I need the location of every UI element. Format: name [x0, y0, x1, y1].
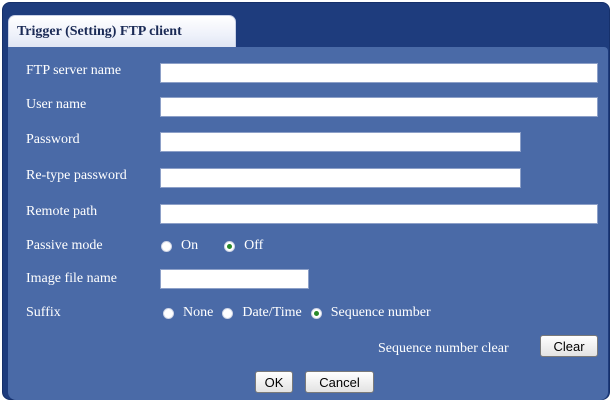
remote-path-input[interactable]	[160, 204, 598, 224]
ok-button[interactable]: OK	[255, 371, 293, 393]
remote-path-label: Remote path	[26, 204, 98, 219]
passive-mode-off-radio[interactable]: Off	[224, 238, 263, 254]
user-name-label: User name	[26, 97, 87, 112]
ftp-server-name-input[interactable]	[160, 63, 598, 83]
suffix-none-label: None	[183, 305, 214, 320]
suffix-date-time-label: Date/Time	[242, 305, 302, 320]
passive-mode-off-label: Off	[244, 238, 264, 253]
suffix-date-time-radio[interactable]: Date/Time	[222, 305, 302, 321]
ftp-client-panel: Trigger (Setting) FTP client FTP server …	[2, 2, 610, 400]
retype-password-label: Re-type password	[26, 168, 127, 183]
suffix-radio-group: None Date/Time Sequence number	[163, 305, 431, 321]
passive-mode-label: Passive mode	[26, 238, 103, 253]
image-file-name-label: Image file name	[26, 271, 117, 286]
suffix-sequence-number-label: Sequence number	[330, 305, 431, 320]
suffix-sequence-number-radio[interactable]: Sequence number	[310, 305, 431, 321]
clear-button[interactable]: Clear	[540, 335, 598, 357]
tab-ftp-client[interactable]: Trigger (Setting) FTP client	[8, 15, 236, 48]
sequence-number-clear-label: Sequence number clear	[378, 341, 509, 356]
suffix-label: Suffix	[26, 305, 61, 320]
radio-selected-icon[interactable]	[224, 240, 236, 252]
passive-mode-on-radio[interactable]: On	[161, 238, 198, 254]
user-name-input[interactable]	[160, 97, 598, 117]
retype-password-input[interactable]	[160, 168, 521, 188]
radio-selected-icon[interactable]	[310, 307, 322, 319]
image-file-name-input[interactable]	[160, 269, 309, 289]
passive-mode-radio-group: On Off	[161, 238, 263, 254]
radio-icon[interactable]	[163, 307, 174, 319]
cancel-button[interactable]: Cancel	[305, 371, 374, 393]
suffix-none-radio[interactable]: None	[163, 305, 213, 321]
settings-form: FTP server name User name Password Re-ty…	[8, 47, 608, 400]
radio-icon[interactable]	[222, 307, 234, 319]
ftp-server-name-label: FTP server name	[26, 63, 122, 78]
password-input[interactable]	[160, 132, 521, 152]
passive-mode-on-label: On	[181, 238, 199, 253]
radio-icon[interactable]	[161, 240, 172, 252]
password-label: Password	[26, 132, 80, 147]
